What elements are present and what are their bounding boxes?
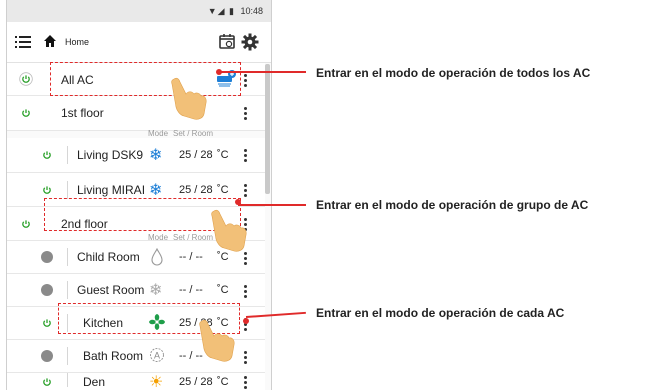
callout-line-group <box>238 204 306 206</box>
cool-snowflake-icon: ❄ <box>149 147 163 164</box>
status-time: 10:48 <box>240 6 263 16</box>
annotation-all-ac: Entrar en el modo de operación de todos … <box>316 66 591 80</box>
more-options-icon[interactable] <box>243 285 247 299</box>
toolbar: Home <box>7 22 271 63</box>
temp-unit: ˚C <box>217 284 229 296</box>
pointing-hand-icon <box>171 77 207 120</box>
cool-snowflake-icon: ❄ <box>149 182 163 199</box>
divider <box>67 347 68 365</box>
set-room-temp: 25 / 28 <box>179 149 213 161</box>
row-label: Bath Room <box>83 349 144 363</box>
row-label: Living MIRAI <box>77 183 146 197</box>
row-label: Guest Room <box>77 283 145 297</box>
column-header-set-room: Set / Room <box>173 129 214 138</box>
list-item-group-1st-floor[interactable]: 1st floor <box>7 96 265 131</box>
annotation-group-ac: Entrar en el modo de operación de grupo … <box>316 198 589 212</box>
power-icon[interactable] <box>40 316 54 330</box>
temp-unit: ˚C <box>217 149 229 161</box>
row-label: 1st floor <box>61 106 104 120</box>
more-options-icon[interactable] <box>243 107 247 121</box>
power-off-icon[interactable] <box>41 284 53 296</box>
more-options-icon[interactable] <box>243 184 247 198</box>
more-options-icon[interactable] <box>243 376 247 390</box>
power-icon[interactable] <box>40 375 54 389</box>
power-off-icon[interactable] <box>41 350 53 362</box>
list-item-unit-den[interactable]: Den ☀ 25 / 28 ˚C <box>7 373 265 390</box>
temp-unit: ˚C <box>217 251 229 263</box>
set-room-temp: 25 / 28 <box>179 184 213 196</box>
power-icon[interactable] <box>40 148 54 162</box>
auto-icon: A <box>150 348 164 362</box>
callout-line-all <box>219 71 306 73</box>
signal-battery-icons: ▼◢ ▮ <box>207 6 235 16</box>
home-icon <box>44 35 56 47</box>
power-off-icon[interactable] <box>41 251 53 263</box>
toolbar-title: Home <box>65 37 90 47</box>
divider <box>67 181 68 199</box>
pointing-hand-icon <box>211 209 247 252</box>
power-icon[interactable] <box>19 217 33 231</box>
list-item-unit-living-dsk9[interactable]: Living DSK9 ❄ 25 / 28 ˚C <box>7 138 265 173</box>
schedule-calendar-icon[interactable] <box>219 33 235 49</box>
divider <box>67 281 68 299</box>
divider <box>67 146 68 164</box>
annotation-each-ac: Entrar en el modo de operación de cada A… <box>316 306 565 320</box>
settings-gear-icon[interactable] <box>241 33 259 51</box>
power-icon[interactable] <box>40 183 54 197</box>
power-icon[interactable] <box>19 106 33 120</box>
row-label: Den <box>83 375 106 389</box>
set-room-temp: 25 / 28 <box>179 376 213 388</box>
temp-unit: ˚C <box>217 184 229 196</box>
cool-snowflake-icon: ❄ <box>149 282 163 299</box>
more-options-icon[interactable] <box>243 252 247 266</box>
callout-dot <box>243 318 249 324</box>
row-label: Living DSK9 <box>77 148 144 162</box>
row-label: Child Room <box>77 250 140 264</box>
more-options-icon[interactable] <box>243 149 247 163</box>
heat-sun-icon: ☀ <box>149 374 164 390</box>
more-options-icon[interactable] <box>243 351 247 365</box>
scrollbar[interactable] <box>265 64 270 194</box>
callout-box-all-ac <box>50 62 241 96</box>
divider <box>67 248 68 266</box>
temp-unit: ˚C <box>217 376 229 388</box>
pointing-hand-icon <box>199 319 235 362</box>
menu-icon[interactable] <box>15 35 31 49</box>
divider <box>67 373 68 387</box>
set-room-temp: -- / -- <box>179 284 203 296</box>
power-icon[interactable] <box>19 72 33 86</box>
more-options-icon[interactable] <box>243 74 247 88</box>
svg-text:A: A <box>154 351 160 361</box>
dry-drop-icon <box>151 248 163 266</box>
set-room-temp: -- / -- <box>179 251 203 263</box>
status-bar: ▼◢ ▮ 10:48 <box>7 0 271 22</box>
column-header-mode: Mode <box>148 129 169 138</box>
